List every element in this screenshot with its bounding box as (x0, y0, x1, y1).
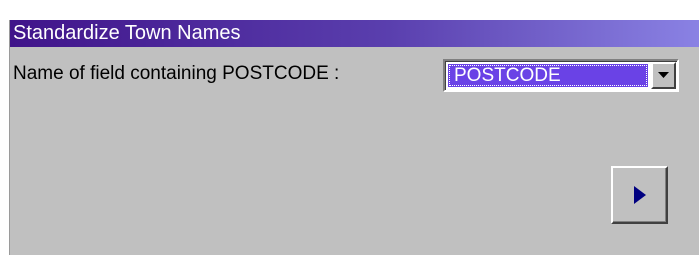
postcode-field-selected-value[interactable]: POSTCODE (448, 64, 648, 87)
postcode-field-dropdown[interactable]: POSTCODE (443, 59, 679, 92)
standardize-town-names-dialog: Standardize Town Names Name of field con… (9, 20, 699, 255)
dialog-title: Standardize Town Names (10, 20, 699, 47)
dropdown-button[interactable] (651, 62, 676, 89)
chevron-down-icon (658, 72, 669, 78)
postcode-field-label: Name of field containing POSTCODE : (13, 63, 340, 84)
next-button[interactable] (611, 166, 668, 224)
play-right-icon (633, 186, 646, 204)
